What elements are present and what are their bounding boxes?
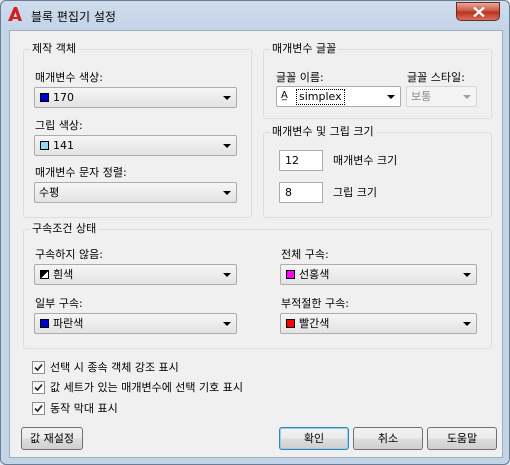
chevron-down-icon	[463, 95, 471, 99]
dialog-client-area: 제작 객체 매개변수 색상: 170 그립 색상: 141 매개변수 문자 정렬…	[9, 30, 503, 458]
text-align-label: 매개변수 문자 정렬:	[35, 166, 127, 179]
checkmark-icon	[34, 363, 43, 372]
show-lookup-grips-checkbox[interactable]	[32, 381, 45, 394]
dialog-window: 블록 편집기 설정 제작 객체 매개변수 색상: 170 그립 색상: 141 …	[0, 0, 510, 465]
unconstrained-value: 흰색	[53, 268, 74, 281]
param-size-label: 매개변수 크기	[333, 154, 398, 167]
highlight-dependent-label: 선택 시 종속 객체 강조 표시	[50, 361, 179, 374]
param-color-label: 매개변수 색상:	[35, 71, 103, 84]
param-size-value: 12	[285, 154, 299, 167]
fully-constrained-label: 전체 구속:	[281, 248, 329, 261]
close-button[interactable]	[456, 2, 500, 21]
font-icon: A̲	[281, 90, 288, 101]
font-name-label: 글꼴 이름:	[276, 71, 324, 84]
window-title: 블록 편집기 설정	[31, 10, 116, 24]
chevron-down-icon	[223, 273, 231, 277]
font-style-label: 글꼴 스타일:	[407, 71, 465, 84]
fully-constrained-value: 선홍색	[299, 268, 330, 281]
font-name-value: simplex	[296, 89, 345, 105]
show-lookup-grips-label: 값 세트가 있는 매개변수에 선택 기호 표시	[50, 381, 244, 394]
color-swatch	[286, 270, 295, 279]
checkmark-icon	[34, 383, 43, 392]
font-style-value: 보통	[411, 90, 432, 103]
chevron-down-icon	[223, 322, 231, 326]
unconstrained-label: 구속하지 않음:	[35, 248, 103, 261]
param-size-input[interactable]: 12	[279, 150, 323, 171]
partially-constrained-color-select[interactable]: 파란색	[34, 313, 237, 334]
grip-color-value: 141	[53, 139, 74, 152]
title-bar: 블록 편집기 설정	[1, 1, 509, 29]
grip-size-value: 8	[285, 186, 292, 199]
size-group: 매개변수 및 그립 크기	[263, 125, 492, 218]
chevron-down-icon	[223, 144, 231, 148]
partially-constrained-label: 일부 구속:	[35, 297, 83, 310]
grip-color-label: 그립 색상:	[35, 119, 83, 132]
constraint-group-title: 구속조건 상태	[30, 222, 99, 236]
font-group-title: 매개변수 글꼴	[270, 42, 339, 56]
show-action-bar-checkbox[interactable]	[32, 402, 45, 415]
grip-size-input[interactable]: 8	[279, 182, 323, 203]
chevron-down-icon	[223, 191, 231, 195]
object-group-title: 제작 객체	[30, 42, 78, 56]
param-color-value: 170	[53, 91, 74, 104]
color-swatch	[40, 270, 49, 279]
checkmark-icon	[34, 404, 43, 413]
improper-constraint-label: 부적절한 구속:	[281, 297, 349, 310]
autocad-app-icon	[8, 7, 22, 21]
fully-constrained-color-select[interactable]: 선홍색	[280, 264, 477, 285]
grip-color-select[interactable]: 141	[34, 135, 237, 156]
reset-values-button[interactable]: 값 재설정	[21, 427, 83, 450]
show-action-bar-label: 동작 막대 표시	[50, 402, 118, 415]
grip-size-label: 그립 크기	[333, 186, 377, 199]
color-swatch	[40, 93, 49, 102]
text-align-select[interactable]: 수평	[34, 182, 237, 203]
close-icon	[473, 7, 485, 17]
improper-constraint-color-select[interactable]: 빨간색	[280, 313, 477, 334]
help-button[interactable]: 도움말	[427, 427, 497, 450]
chevron-down-icon	[223, 96, 231, 100]
partially-constrained-value: 파란색	[53, 317, 84, 330]
color-swatch	[40, 319, 49, 328]
chevron-down-icon	[387, 95, 395, 99]
color-swatch	[40, 141, 49, 150]
ok-button[interactable]: 확인	[279, 427, 349, 450]
chevron-down-icon	[463, 273, 471, 277]
text-align-value: 수평	[39, 186, 60, 199]
highlight-dependent-checkbox[interactable]	[32, 361, 45, 374]
chevron-down-icon	[463, 322, 471, 326]
font-style-select[interactable]: 보통	[406, 86, 477, 107]
param-color-select[interactable]: 170	[34, 87, 237, 108]
improper-constraint-value: 빨간색	[299, 317, 330, 330]
cancel-button[interactable]: 취소	[353, 427, 423, 450]
color-swatch	[286, 319, 295, 328]
size-group-title: 매개변수 및 그립 크기	[270, 125, 376, 139]
font-name-select[interactable]: A̲ simplex	[276, 86, 401, 107]
unconstrained-color-select[interactable]: 흰색	[34, 264, 237, 285]
